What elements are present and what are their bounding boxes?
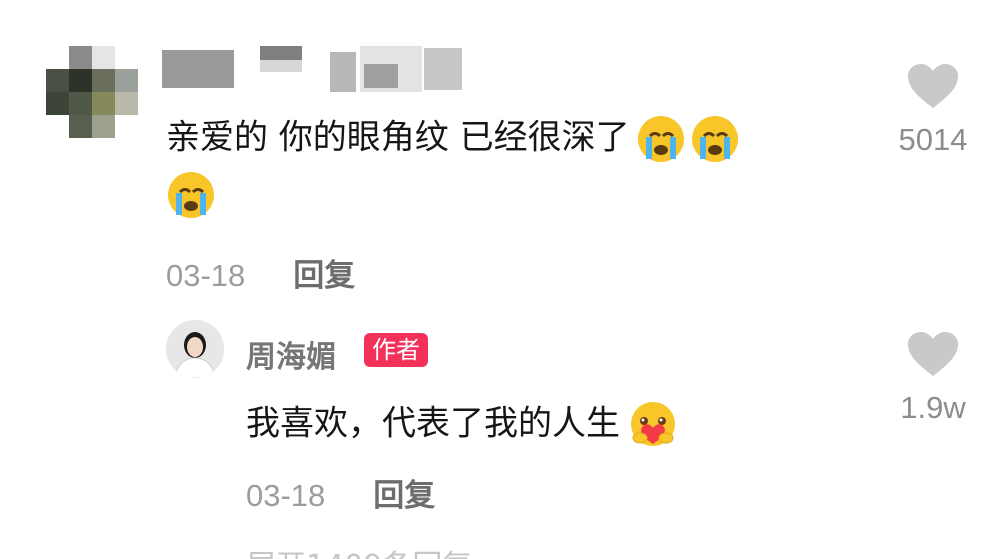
comment-thread: 亲爱的 你的眼角纹 已经很深了 03-18 回复 5014 周海媚 作者 我喜欢… (0, 0, 1000, 559)
author-badge: 作者 (364, 333, 428, 367)
author-avatar[interactable] (166, 320, 224, 378)
reply-like-count: 1.9w (900, 390, 966, 425)
crying-face-icon (690, 114, 740, 164)
author-name[interactable]: 周海媚 (246, 332, 336, 376)
crying-face-icon (166, 170, 216, 220)
reply-like-button[interactable]: 1.9w (878, 330, 988, 426)
comment-date: 03-18 (166, 258, 246, 293)
comment-text: 亲爱的 你的眼角纹 已经很深了 (166, 114, 740, 164)
comment-like-count: 5014 (898, 122, 968, 157)
comment-text-line2 (166, 170, 216, 220)
reply-reply-button[interactable]: 回复 (373, 470, 435, 515)
comment-reply-button[interactable]: 回复 (293, 250, 355, 295)
heart-icon (908, 64, 958, 108)
reply-text: 我喜欢，代表了我的人生 (246, 400, 680, 450)
reply-text-line: 我喜欢，代表了我的人生 (246, 403, 620, 444)
comment-text-line: 亲爱的 你的眼角纹 已经很深了 (166, 117, 630, 158)
expand-replies-link[interactable]: 展开1409条回复 (246, 541, 472, 559)
comment-avatar[interactable] (46, 46, 138, 138)
reply-meta: 03-18 回复 (246, 470, 435, 515)
heart-icon (908, 332, 958, 376)
comment-username-redacted[interactable] (162, 46, 462, 92)
comment-like-button[interactable]: 5014 (878, 62, 988, 158)
crying-face-icon (636, 114, 686, 164)
heart-hug-face-icon (626, 400, 680, 450)
comment-meta: 03-18 回复 (166, 250, 355, 295)
reply-date: 03-18 (246, 478, 326, 513)
